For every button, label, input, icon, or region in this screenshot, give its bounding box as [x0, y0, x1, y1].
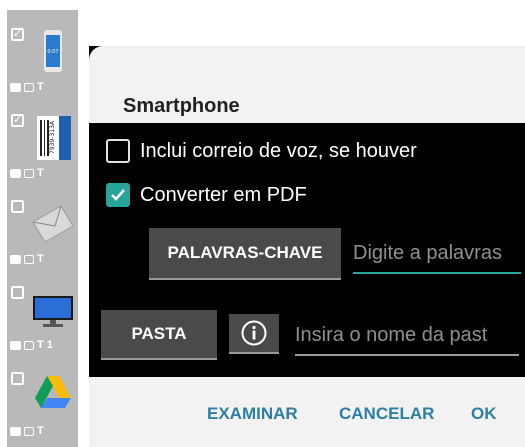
- export-options-dialog: Smartphone Inclui correio de voz, se hou…: [89, 46, 525, 447]
- pdf-icon: [10, 254, 21, 264]
- cancel-button[interactable]: CANCELAR: [339, 404, 434, 424]
- camera-icon: [24, 82, 34, 92]
- sidebar-item[interactable]: ✓ 7939-313A T: [7, 96, 78, 182]
- text-type-label: T: [37, 167, 44, 179]
- info-button[interactable]: [229, 314, 279, 354]
- pdf-icon: [10, 426, 21, 436]
- folder-button[interactable]: PASTA: [101, 310, 217, 360]
- convert-pdf-option[interactable]: Converter em PDF: [106, 180, 307, 210]
- include-voicemail-label: Inclui correio de voz, se houver: [140, 139, 417, 162]
- ok-button[interactable]: OK: [471, 404, 497, 424]
- pdf-icon: [10, 82, 21, 92]
- sidebar-item[interactable]: ✓ 0:07 T: [7, 10, 78, 96]
- barcode-text: 7939-313A: [49, 120, 56, 154]
- camera-icon: [24, 340, 34, 350]
- folder-name-input[interactable]: Insira o nome da past: [295, 318, 519, 356]
- camera-icon: [24, 426, 34, 436]
- dialog-title: Smartphone: [123, 95, 240, 117]
- browse-button[interactable]: EXAMINAR: [207, 404, 298, 424]
- convert-pdf-checkbox[interactable]: [106, 183, 130, 207]
- item-checkbox[interactable]: [11, 286, 24, 299]
- keywords-input[interactable]: Digite a palavras: [353, 236, 521, 274]
- text-type-label: T: [37, 425, 44, 437]
- camera-icon: [24, 168, 34, 178]
- monitor-thumbnail: [33, 296, 73, 327]
- sidebar-item[interactable]: T 1: [7, 268, 78, 354]
- item-checkbox[interactable]: ✓: [11, 114, 24, 127]
- item-checkbox[interactable]: [11, 372, 24, 385]
- dialog-header: Smartphone: [89, 46, 525, 123]
- text-type-label: T: [37, 81, 44, 93]
- smartphone-thumbnail: 0:07: [44, 30, 62, 72]
- text-type-label: T: [37, 253, 44, 265]
- include-voicemail-checkbox[interactable]: [106, 139, 130, 163]
- envelope-thumbnail: [32, 205, 74, 243]
- google-drive-thumbnail: [35, 376, 71, 408]
- include-voicemail-option[interactable]: Inclui correio de voz, se houver: [106, 136, 417, 166]
- dialog-actions: EXAMINAR CANCELAR OK: [89, 377, 525, 447]
- checkmark-icon: [111, 189, 125, 201]
- barcode-label-thumbnail: 7939-313A: [37, 116, 71, 160]
- pdf-icon: [10, 340, 21, 350]
- extra-label: 1: [46, 339, 53, 351]
- document-thumbnail-sidebar: ✓ 0:07 T ✓ 7939-313A T T T 1 T: [7, 10, 78, 447]
- sidebar-item[interactable]: T: [7, 354, 78, 440]
- item-checkbox[interactable]: [11, 200, 24, 213]
- keywords-button[interactable]: PALAVRAS-CHAVE: [149, 228, 341, 280]
- text-type-label: T: [37, 339, 44, 351]
- convert-pdf-label: Converter em PDF: [140, 183, 307, 206]
- info-icon: [241, 320, 267, 346]
- camera-icon: [24, 254, 34, 264]
- pdf-icon: [10, 168, 21, 178]
- sidebar-item[interactable]: T: [7, 182, 78, 268]
- item-checkbox[interactable]: ✓: [11, 28, 24, 41]
- svg-text:0:07: 0:07: [47, 49, 58, 55]
